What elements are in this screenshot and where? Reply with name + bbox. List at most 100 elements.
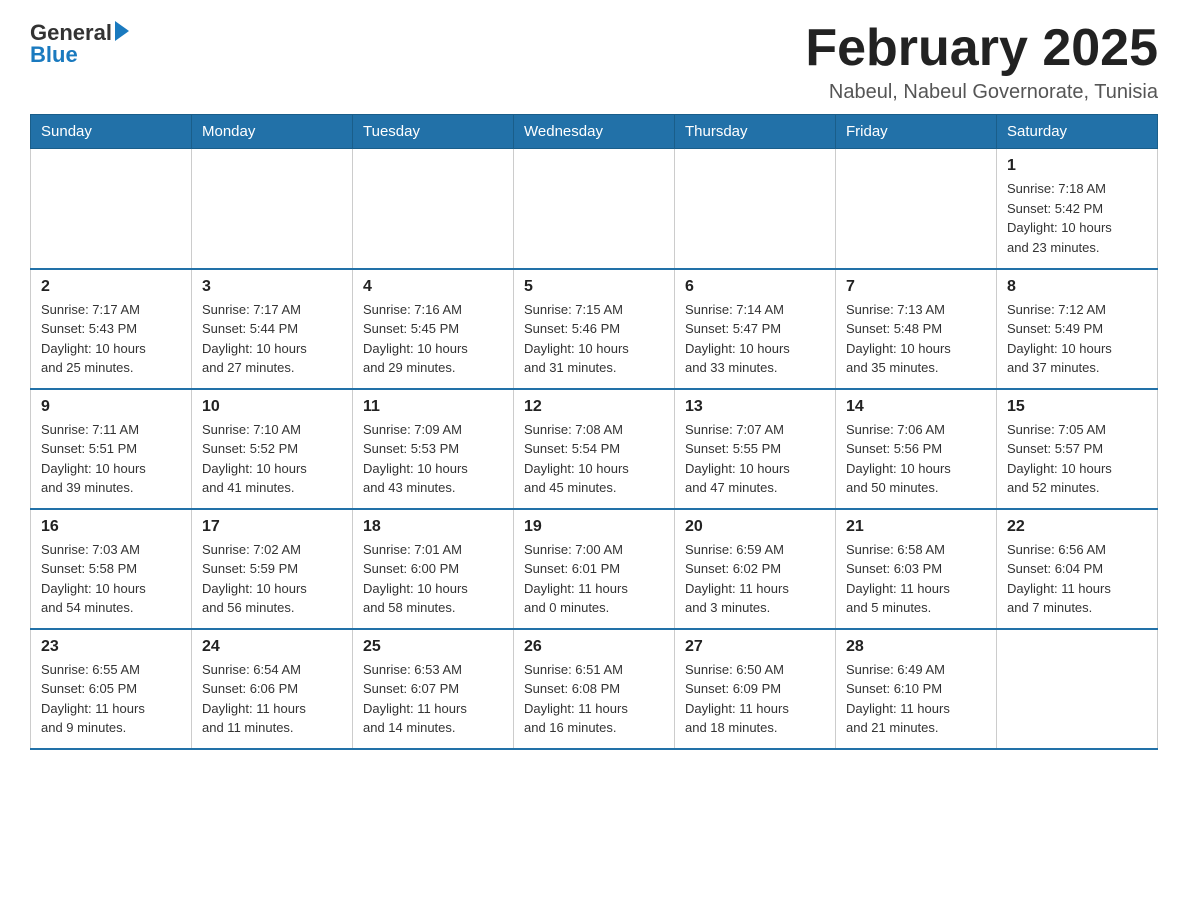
day-number: 17	[202, 518, 342, 536]
calendar-cell: 19 Sunrise: 7:00 AM Sunset: 6:01 PM Dayli…	[514, 509, 675, 629]
day-info: Sunrise: 7:01 AM Sunset: 6:00 PM Dayligh…	[363, 540, 503, 618]
day-number: 20	[685, 518, 825, 536]
day-info: Sunrise: 6:53 AM Sunset: 6:07 PM Dayligh…	[363, 660, 503, 738]
day-number: 6	[685, 278, 825, 296]
logo-arrow-icon	[115, 21, 129, 41]
day-number: 5	[524, 278, 664, 296]
day-info: Sunrise: 6:51 AM Sunset: 6:08 PM Dayligh…	[524, 660, 664, 738]
calendar-cell: 17 Sunrise: 7:02 AM Sunset: 5:59 PM Dayli…	[192, 509, 353, 629]
calendar-cell: 15Sunrise: 7:05 AM Sunset: 5:57 PM Dayli…	[997, 389, 1158, 509]
day-number: 8	[1007, 278, 1147, 296]
logo-blue-text: Blue	[30, 42, 129, 68]
calendar-cell: 3 Sunrise: 7:17 AM Sunset: 5:44 PM Daylig…	[192, 269, 353, 389]
day-number: 27	[685, 638, 825, 656]
day-number: 19	[524, 518, 664, 536]
day-info: Sunrise: 6:49 AM Sunset: 6:10 PM Dayligh…	[846, 660, 986, 738]
calendar-cell: 6Sunrise: 7:14 AM Sunset: 5:47 PM Daylig…	[675, 269, 836, 389]
day-info: Sunrise: 7:15 AM Sunset: 5:46 PM Dayligh…	[524, 300, 664, 378]
day-info: Sunrise: 7:06 AM Sunset: 5:56 PM Dayligh…	[846, 420, 986, 498]
day-number: 25	[363, 638, 503, 656]
day-info: Sunrise: 6:50 AM Sunset: 6:09 PM Dayligh…	[685, 660, 825, 738]
calendar-cell: 5 Sunrise: 7:15 AM Sunset: 5:46 PM Daylig…	[514, 269, 675, 389]
calendar-cell: 25 Sunrise: 6:53 AM Sunset: 6:07 PM Dayli…	[353, 629, 514, 749]
calendar-cell: 26 Sunrise: 6:51 AM Sunset: 6:08 PM Dayli…	[514, 629, 675, 749]
day-info: Sunrise: 7:05 AM Sunset: 5:57 PM Dayligh…	[1007, 420, 1147, 498]
calendar-cell: 1 Sunrise: 7:18 AM Sunset: 5:42 PM Daylig…	[997, 149, 1158, 269]
day-number: 14	[846, 398, 986, 416]
page-title: February 2025	[805, 20, 1158, 77]
logo: General Blue	[30, 20, 129, 68]
header-sunday: Sunday	[31, 115, 192, 149]
calendar-cell	[192, 149, 353, 269]
calendar-cell	[31, 149, 192, 269]
day-number: 21	[846, 518, 986, 536]
day-number: 23	[41, 638, 181, 656]
calendar-cell: 23 Sunrise: 6:55 AM Sunset: 6:05 PM Dayli…	[31, 629, 192, 749]
day-info: Sunrise: 6:55 AM Sunset: 6:05 PM Dayligh…	[41, 660, 181, 738]
day-number: 3	[202, 278, 342, 296]
day-number: 13	[685, 398, 825, 416]
day-info: Sunrise: 6:58 AM Sunset: 6:03 PM Dayligh…	[846, 540, 986, 618]
calendar-cell: 16 Sunrise: 7:03 AM Sunset: 5:58 PM Dayli…	[31, 509, 192, 629]
calendar-cell: 27 Sunrise: 6:50 AM Sunset: 6:09 PM Dayli…	[675, 629, 836, 749]
calendar-week-row: 1 Sunrise: 7:18 AM Sunset: 5:42 PM Daylig…	[31, 149, 1158, 269]
calendar-cell	[836, 149, 997, 269]
calendar-cell: 22 Sunrise: 6:56 AM Sunset: 6:04 PM Dayli…	[997, 509, 1158, 629]
day-number: 1	[1007, 157, 1147, 175]
header-monday: Monday	[192, 115, 353, 149]
header-thursday: Thursday	[675, 115, 836, 149]
calendar-week-row: 2 Sunrise: 7:17 AM Sunset: 5:43 PM Daylig…	[31, 269, 1158, 389]
day-number: 16	[41, 518, 181, 536]
calendar-cell: 21 Sunrise: 6:58 AM Sunset: 6:03 PM Dayli…	[836, 509, 997, 629]
calendar-cell: 13Sunrise: 7:07 AM Sunset: 5:55 PM Dayli…	[675, 389, 836, 509]
day-info: Sunrise: 6:54 AM Sunset: 6:06 PM Dayligh…	[202, 660, 342, 738]
day-info: Sunrise: 7:08 AM Sunset: 5:54 PM Dayligh…	[524, 420, 664, 498]
calendar-week-row: 16 Sunrise: 7:03 AM Sunset: 5:58 PM Dayli…	[31, 509, 1158, 629]
location-subtitle: Nabeul, Nabeul Governorate, Tunisia	[805, 81, 1158, 104]
header-saturday: Saturday	[997, 115, 1158, 149]
header-tuesday: Tuesday	[353, 115, 514, 149]
day-number: 24	[202, 638, 342, 656]
day-info: Sunrise: 7:12 AM Sunset: 5:49 PM Dayligh…	[1007, 300, 1147, 378]
calendar-cell	[997, 629, 1158, 749]
calendar-cell: 18 Sunrise: 7:01 AM Sunset: 6:00 PM Dayli…	[353, 509, 514, 629]
day-info: Sunrise: 7:03 AM Sunset: 5:58 PM Dayligh…	[41, 540, 181, 618]
page-header: General Blue February 2025 Nabeul, Nabeu…	[30, 20, 1158, 104]
day-info: Sunrise: 7:10 AM Sunset: 5:52 PM Dayligh…	[202, 420, 342, 498]
day-info: Sunrise: 7:13 AM Sunset: 5:48 PM Dayligh…	[846, 300, 986, 378]
calendar-cell: 9Sunrise: 7:11 AM Sunset: 5:51 PM Daylig…	[31, 389, 192, 509]
calendar-cell: 10 Sunrise: 7:10 AM Sunset: 5:52 PM Dayli…	[192, 389, 353, 509]
header-wednesday: Wednesday	[514, 115, 675, 149]
day-info: Sunrise: 7:02 AM Sunset: 5:59 PM Dayligh…	[202, 540, 342, 618]
day-info: Sunrise: 6:56 AM Sunset: 6:04 PM Dayligh…	[1007, 540, 1147, 618]
calendar-cell: 12 Sunrise: 7:08 AM Sunset: 5:54 PM Dayli…	[514, 389, 675, 509]
day-info: Sunrise: 7:11 AM Sunset: 5:51 PM Dayligh…	[41, 420, 181, 498]
calendar-cell: 20 Sunrise: 6:59 AM Sunset: 6:02 PM Dayli…	[675, 509, 836, 629]
calendar-cell: 24 Sunrise: 6:54 AM Sunset: 6:06 PM Dayli…	[192, 629, 353, 749]
calendar-cell	[353, 149, 514, 269]
day-info: Sunrise: 6:59 AM Sunset: 6:02 PM Dayligh…	[685, 540, 825, 618]
calendar-cell: 8 Sunrise: 7:12 AM Sunset: 5:49 PM Daylig…	[997, 269, 1158, 389]
calendar-cell: 11Sunrise: 7:09 AM Sunset: 5:53 PM Dayli…	[353, 389, 514, 509]
day-info: Sunrise: 7:17 AM Sunset: 5:44 PM Dayligh…	[202, 300, 342, 378]
day-number: 18	[363, 518, 503, 536]
calendar-cell: 4Sunrise: 7:16 AM Sunset: 5:45 PM Daylig…	[353, 269, 514, 389]
day-info: Sunrise: 7:17 AM Sunset: 5:43 PM Dayligh…	[41, 300, 181, 378]
day-number: 22	[1007, 518, 1147, 536]
calendar-cell	[514, 149, 675, 269]
day-number: 2	[41, 278, 181, 296]
calendar-week-row: 23 Sunrise: 6:55 AM Sunset: 6:05 PM Dayli…	[31, 629, 1158, 749]
day-info: Sunrise: 7:18 AM Sunset: 5:42 PM Dayligh…	[1007, 179, 1147, 257]
day-number: 28	[846, 638, 986, 656]
calendar-cell	[675, 149, 836, 269]
calendar-header-row: Sunday Monday Tuesday Wednesday Thursday…	[31, 115, 1158, 149]
day-number: 10	[202, 398, 342, 416]
calendar-table: Sunday Monday Tuesday Wednesday Thursday…	[30, 114, 1158, 750]
day-number: 12	[524, 398, 664, 416]
day-number: 7	[846, 278, 986, 296]
day-info: Sunrise: 7:00 AM Sunset: 6:01 PM Dayligh…	[524, 540, 664, 618]
day-number: 26	[524, 638, 664, 656]
calendar-cell: 7 Sunrise: 7:13 AM Sunset: 5:48 PM Daylig…	[836, 269, 997, 389]
day-info: Sunrise: 7:09 AM Sunset: 5:53 PM Dayligh…	[363, 420, 503, 498]
day-number: 4	[363, 278, 503, 296]
